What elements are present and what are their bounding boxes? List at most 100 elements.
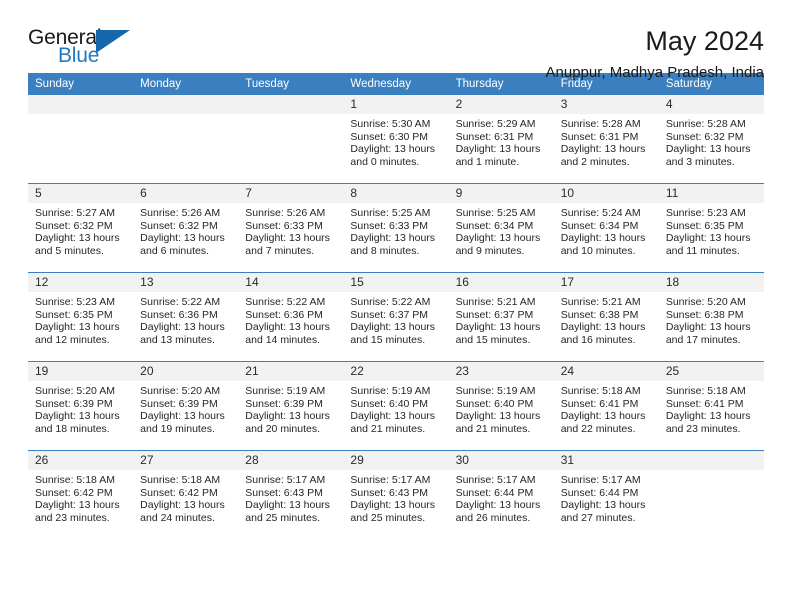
weekday-header-thursday: Thursday	[448, 73, 554, 95]
sunset-text: Sunset: 6:41 PM	[665, 397, 744, 410]
calendar-day-cell[interactable]: 13 Sunrise: 5:22 AM Sunset: 6:36 PM Dayligh…	[133, 272, 239, 362]
day-details: Sunrise: 5:17 AM Sunset: 6:43 PM Daylight:…	[238, 470, 343, 524]
calendar-day-cell[interactable]: 1 Sunrise: 5:30 AM Sunset: 6:30 PM Daylight…	[343, 95, 449, 184]
calendar-day-cell[interactable]: 30 Sunrise: 5:17 AM Sunset: 6:44 PM Dayligh…	[448, 450, 554, 539]
day-cell-inner: 5 Sunrise: 5:27 AM Sunset: 6:32 PM Daylight…	[28, 184, 134, 272]
calendar-day-cell[interactable]: 22 Sunrise: 5:19 AM Sunset: 6:40 PM Dayligh…	[343, 361, 449, 451]
calendar-day-cell[interactable]: 17 Sunrise: 5:21 AM Sunset: 6:38 PM Dayligh…	[553, 272, 659, 362]
calendar-day-cell[interactable]: 25 Sunrise: 5:18 AM Sunset: 6:41 PM Dayligh…	[658, 361, 764, 451]
day-cell-inner: 13 Sunrise: 5:22 AM Sunset: 6:36 PM Dayligh…	[133, 273, 239, 361]
sunrise-text: Sunrise: 5:22 AM	[245, 296, 326, 308]
calendar-day-cell[interactable]: 19 Sunrise: 5:20 AM Sunset: 6:39 PM Dayligh…	[28, 361, 134, 451]
day-number: 6	[133, 184, 239, 203]
calendar-day-cell[interactable]: 6 Sunrise: 5:26 AM Sunset: 6:32 PM Daylight…	[133, 183, 239, 273]
day-number: 10	[553, 184, 659, 203]
day-number: 4	[658, 95, 764, 114]
day-number: 21	[238, 362, 344, 381]
day-details: Sunrise: 5:21 AM Sunset: 6:38 PM Daylight:…	[554, 292, 659, 346]
calendar-day-cell[interactable]: 23 Sunrise: 5:19 AM Sunset: 6:40 PM Dayligh…	[448, 361, 554, 451]
daylight-text: Daylight: 13 hours and 22 minutes.	[560, 410, 646, 435]
sunrise-text: Sunrise: 5:29 AM	[455, 118, 536, 130]
sunset-text: Sunset: 6:39 PM	[140, 397, 218, 410]
daylight-text: Daylight: 13 hours and 20 minutes.	[245, 410, 330, 435]
daylight-text: Daylight: 13 hours and 15 minutes.	[455, 321, 541, 346]
day-number: 1	[343, 95, 449, 114]
calendar-day-cell[interactable]: 18 Sunrise: 5:20 AM Sunset: 6:38 PM Dayligh…	[658, 272, 764, 362]
generalblue-logo[interactable]: General Blue	[28, 26, 148, 72]
calendar-day-cell[interactable]: 7 Sunrise: 5:26 AM Sunset: 6:33 PM Daylight…	[238, 183, 344, 273]
daylight-text: Daylight: 13 hours and 18 minutes.	[35, 410, 120, 435]
calendar-day-cell[interactable]: 24 Sunrise: 5:18 AM Sunset: 6:41 PM Dayligh…	[553, 361, 659, 451]
sunrise-text: Sunrise: 5:23 AM	[35, 296, 115, 308]
daylight-text: Daylight: 13 hours and 24 minutes.	[140, 499, 225, 524]
logo-triangle-icon	[96, 30, 130, 53]
day-number: 14	[238, 273, 344, 292]
sunrise-text: Sunrise: 5:27 AM	[35, 207, 115, 219]
calendar-day-cell[interactable]: 10 Sunrise: 5:24 AM Sunset: 6:34 PM Dayligh…	[553, 183, 659, 273]
calendar-day-cell[interactable]: 9 Sunrise: 5:25 AM Sunset: 6:34 PM Daylight…	[448, 183, 554, 273]
weekday-header-monday: Monday	[133, 73, 239, 95]
calendar-day-cell[interactable]: 15 Sunrise: 5:22 AM Sunset: 6:37 PM Dayligh…	[343, 272, 449, 362]
day-cell-inner: 25 Sunrise: 5:18 AM Sunset: 6:41 PM Dayligh…	[658, 362, 764, 450]
sunset-text: Sunset: 6:33 PM	[350, 219, 429, 232]
day-details: Sunrise: 5:26 AM Sunset: 6:33 PM Daylight:…	[238, 203, 343, 257]
day-details: Sunrise: 5:18 AM Sunset: 6:41 PM Daylight:…	[659, 381, 764, 435]
calendar-day-cell[interactable]: 14 Sunrise: 5:22 AM Sunset: 6:36 PM Dayligh…	[238, 272, 344, 362]
day-number	[28, 95, 134, 114]
day-details: Sunrise: 5:19 AM Sunset: 6:40 PM Daylight:…	[343, 381, 448, 435]
sunrise-text: Sunrise: 5:17 AM	[245, 474, 326, 486]
day-details: Sunrise: 5:23 AM Sunset: 6:35 PM Daylight:…	[28, 292, 133, 346]
day-cell-inner: 26 Sunrise: 5:18 AM Sunset: 6:42 PM Dayligh…	[28, 451, 134, 539]
day-cell-inner	[133, 95, 239, 183]
weekday-header-sunday: Sunday	[28, 73, 134, 95]
calendar-day-cell[interactable]: 4 Sunrise: 5:28 AM Sunset: 6:32 PM Daylight…	[658, 95, 764, 184]
calendar-day-cell[interactable]: 11 Sunrise: 5:23 AM Sunset: 6:35 PM Dayligh…	[658, 183, 764, 273]
calendar-day-cell[interactable]: 31 Sunrise: 5:17 AM Sunset: 6:44 PM Dayligh…	[553, 450, 659, 539]
calendar-week-row: 1 Sunrise: 5:30 AM Sunset: 6:30 PM Daylight…	[28, 95, 764, 184]
calendar-week-row: 5 Sunrise: 5:27 AM Sunset: 6:32 PM Daylight…	[28, 183, 764, 273]
day-cell-inner: 19 Sunrise: 5:20 AM Sunset: 6:39 PM Dayligh…	[28, 362, 134, 450]
day-number: 11	[658, 184, 764, 203]
day-number	[133, 95, 239, 114]
daylight-text: Daylight: 13 hours and 21 minutes.	[350, 410, 436, 435]
daylight-text: Daylight: 13 hours and 3 minutes.	[665, 143, 751, 168]
day-details: Sunrise: 5:22 AM Sunset: 6:36 PM Daylight:…	[238, 292, 343, 346]
sunset-text: Sunset: 6:44 PM	[455, 486, 534, 499]
calendar-day-cell[interactable]: 8 Sunrise: 5:25 AM Sunset: 6:33 PM Daylight…	[343, 183, 449, 273]
day-details: Sunrise: 5:25 AM Sunset: 6:34 PM Daylight:…	[449, 203, 554, 257]
sunset-text: Sunset: 6:42 PM	[35, 486, 113, 499]
day-cell-inner: 7 Sunrise: 5:26 AM Sunset: 6:33 PM Daylight…	[238, 184, 344, 272]
day-details: Sunrise: 5:22 AM Sunset: 6:37 PM Daylight:…	[343, 292, 448, 346]
sunset-text: Sunset: 6:42 PM	[140, 486, 218, 499]
calendar-day-cell[interactable]: 16 Sunrise: 5:21 AM Sunset: 6:37 PM Dayligh…	[448, 272, 554, 362]
calendar-day-cell[interactable]: 12 Sunrise: 5:23 AM Sunset: 6:35 PM Dayligh…	[28, 272, 134, 362]
calendar-day-cell[interactable]: 28 Sunrise: 5:17 AM Sunset: 6:43 PM Dayligh…	[238, 450, 344, 539]
day-cell-inner: 28 Sunrise: 5:17 AM Sunset: 6:43 PM Dayligh…	[238, 451, 344, 539]
sunset-text: Sunset: 6:37 PM	[350, 308, 429, 321]
sunrise-text: Sunrise: 5:17 AM	[350, 474, 431, 486]
daylight-text: Daylight: 13 hours and 8 minutes.	[350, 232, 436, 257]
daylight-text: Daylight: 13 hours and 0 minutes.	[350, 143, 436, 168]
day-details: Sunrise: 5:18 AM Sunset: 6:41 PM Daylight:…	[554, 381, 659, 435]
calendar-day-cell[interactable]: 20 Sunrise: 5:20 AM Sunset: 6:39 PM Dayligh…	[133, 361, 239, 451]
day-number: 2	[448, 95, 554, 114]
day-number: 26	[28, 451, 134, 470]
calendar-day-cell[interactable]: 29 Sunrise: 5:17 AM Sunset: 6:43 PM Dayligh…	[343, 450, 449, 539]
daylight-text: Daylight: 13 hours and 17 minutes.	[665, 321, 751, 346]
calendar-day-cell[interactable]: 27 Sunrise: 5:18 AM Sunset: 6:42 PM Dayligh…	[133, 450, 239, 539]
daylight-text: Daylight: 13 hours and 13 minutes.	[140, 321, 225, 346]
day-number: 8	[343, 184, 449, 203]
day-details: Sunrise: 5:27 AM Sunset: 6:32 PM Daylight:…	[28, 203, 133, 257]
sunrise-text: Sunrise: 5:26 AM	[140, 207, 221, 219]
day-details: Sunrise: 5:17 AM Sunset: 6:43 PM Daylight:…	[343, 470, 448, 524]
day-details: Sunrise: 5:28 AM Sunset: 6:31 PM Daylight:…	[554, 114, 659, 168]
sunset-text: Sunset: 6:38 PM	[560, 308, 639, 321]
day-details: Sunrise: 5:25 AM Sunset: 6:33 PM Daylight:…	[343, 203, 448, 257]
calendar-day-cell[interactable]: 26 Sunrise: 5:18 AM Sunset: 6:42 PM Dayligh…	[28, 450, 134, 539]
calendar-day-cell[interactable]: 2 Sunrise: 5:29 AM Sunset: 6:31 PM Daylight…	[448, 95, 554, 184]
day-number: 31	[553, 451, 659, 470]
calendar-day-cell[interactable]: 21 Sunrise: 5:19 AM Sunset: 6:39 PM Dayligh…	[238, 361, 344, 451]
sunrise-text: Sunrise: 5:25 AM	[350, 207, 431, 219]
calendar-day-cell[interactable]: 5 Sunrise: 5:27 AM Sunset: 6:32 PM Daylight…	[28, 183, 134, 273]
calendar-day-cell[interactable]: 3 Sunrise: 5:28 AM Sunset: 6:31 PM Daylight…	[553, 95, 659, 184]
